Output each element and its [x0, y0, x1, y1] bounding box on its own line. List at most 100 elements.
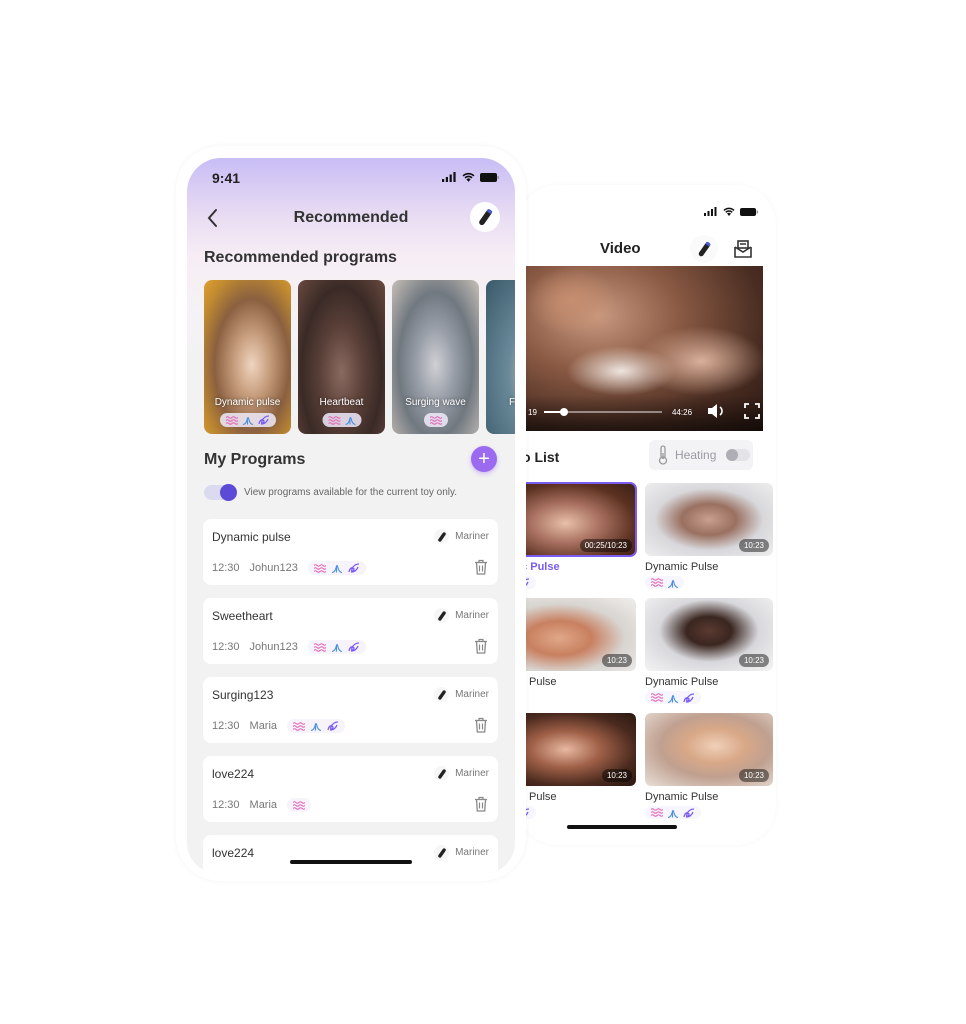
delete-button[interactable]	[474, 638, 488, 654]
video-thumbnail[interactable]: 10:23	[518, 713, 636, 786]
thermometer-icon	[657, 445, 669, 465]
video-title: ic Pulse	[518, 561, 560, 573]
fullscreen-icon	[744, 403, 762, 419]
video-duration: 10:23	[601, 654, 632, 667]
add-program-button[interactable]: +	[471, 446, 497, 472]
trash-icon	[474, 717, 488, 733]
progress-slider[interactable]	[544, 408, 662, 416]
wave-pattern-icon	[651, 808, 663, 817]
program-meta: 12:30 Johun123	[212, 561, 366, 575]
wave-pattern-icon	[293, 721, 306, 731]
inbox-button[interactable]	[732, 238, 754, 260]
video-card[interactable]: 10:23 Dynamic Pulse	[645, 713, 773, 822]
delete-button[interactable]	[474, 717, 488, 733]
video-thumbnail[interactable]: 10:23	[645, 483, 773, 556]
video-thumbnail[interactable]: 00:25/10:23	[518, 482, 637, 557]
heating-control[interactable]: Heating	[649, 440, 753, 470]
video-card[interactable]: 10:23 ic Pulse	[518, 598, 636, 688]
recommended-card[interactable]: Heartbeat	[298, 280, 385, 434]
program-name: Dynamic pulse	[212, 530, 291, 544]
toy-icon	[475, 207, 495, 227]
video-thumbnail[interactable]: 10:23	[645, 713, 773, 786]
volume-button[interactable]	[707, 403, 727, 421]
video-phone-screen: Video 19 44:26 o List Heating 00:25/10:2	[518, 185, 776, 845]
filter-row: View programs available for the current …	[204, 484, 457, 501]
wifi-icon	[462, 172, 475, 182]
program-author: Maria	[249, 720, 278, 732]
current-toy-filter-toggle[interactable]	[204, 484, 237, 501]
program-card[interactable]: love224 Mariner	[203, 835, 498, 873]
wifi-icon	[723, 207, 735, 216]
fullscreen-button[interactable]	[744, 403, 762, 421]
swirl-pattern-icon	[327, 721, 339, 731]
delete-button[interactable]	[474, 796, 488, 812]
video-thumbnail[interactable]: 10:23	[518, 598, 636, 671]
program-meta: 12:30 Maria	[212, 719, 346, 733]
peak-pattern-icon	[331, 563, 342, 573]
video-duration: 10:23	[601, 769, 632, 782]
wave-pattern-icon	[225, 415, 238, 425]
signal-icon	[704, 207, 718, 216]
toy-icon	[695, 240, 713, 258]
program-name: love224	[212, 767, 255, 781]
total-time: 44:26	[672, 408, 693, 417]
video-player[interactable]: 19 44:26	[526, 266, 763, 431]
status-bar	[704, 207, 758, 216]
pattern-tags	[645, 691, 701, 704]
peak-pattern-icon	[311, 721, 322, 731]
program-duration: 12:30	[212, 641, 240, 653]
program-toy: Mariner	[434, 845, 489, 860]
pattern-tags	[645, 806, 701, 819]
pattern-tags	[423, 413, 448, 427]
video-card[interactable]: 10:23 Dynamic Pulse	[645, 598, 773, 707]
program-meta: 12:30 Johun123	[212, 640, 366, 654]
program-meta: 12:30 Maria	[212, 798, 312, 812]
peak-pattern-icon	[331, 642, 342, 652]
video-card[interactable]: 10:23 Dynamic Pulse	[645, 483, 773, 592]
program-card[interactable]: Surging123 Mariner 12:30 Maria	[203, 677, 498, 743]
plus-icon: +	[478, 448, 490, 470]
toy-name: Mariner	[455, 531, 489, 542]
video-duration: 10:23	[738, 539, 769, 552]
recommended-carousel[interactable]: Dynamic pulse Heartbeat Surging wave F	[204, 280, 515, 434]
program-card[interactable]: love224 Mariner 12:30 Maria	[203, 756, 498, 822]
signal-icon	[442, 172, 457, 182]
recommended-card-label: Surging wave	[405, 397, 466, 408]
heating-toggle[interactable]	[726, 449, 751, 461]
delete-button[interactable]	[474, 559, 488, 575]
recommended-card[interactable]: F	[486, 280, 515, 434]
wave-pattern-icon	[328, 415, 340, 425]
recommended-card[interactable]: Surging wave	[392, 280, 479, 434]
peak-pattern-icon	[668, 808, 678, 818]
toy-button[interactable]	[470, 202, 500, 232]
program-author: Maria	[249, 799, 278, 811]
recommended-phone-screen: 9:41 Recommended Recommended programs Dy…	[187, 158, 515, 873]
program-name: love224	[212, 846, 255, 860]
toy-button[interactable]	[690, 235, 718, 263]
current-time: 19	[528, 408, 537, 417]
peak-pattern-icon	[345, 415, 355, 425]
peak-pattern-icon	[242, 415, 253, 425]
progress-knob[interactable]	[560, 408, 569, 416]
trash-icon	[474, 638, 488, 654]
wave-pattern-icon	[651, 693, 663, 702]
pattern-tags	[219, 413, 276, 427]
program-card[interactable]: Sweetheart Mariner 12:30 Johun123	[203, 598, 498, 664]
player-controls: 19 44:26	[526, 395, 763, 431]
battery-icon	[740, 207, 758, 216]
home-indicator	[290, 860, 412, 864]
wave-pattern-icon	[651, 578, 663, 587]
program-duration: 12:30	[212, 799, 240, 811]
video-card[interactable]: 10:23 ic Pulse	[518, 713, 636, 823]
peak-pattern-icon	[668, 693, 678, 703]
pattern-tags	[287, 798, 312, 812]
heating-label: Heating	[675, 448, 717, 462]
video-title: ic Pulse	[518, 791, 557, 803]
recommended-card[interactable]: Dynamic pulse	[204, 280, 291, 434]
home-indicator	[567, 825, 677, 829]
video-card[interactable]: 00:25/10:23 ic Pulse	[518, 482, 637, 593]
video-thumbnail[interactable]: 10:23	[645, 598, 773, 671]
toy-name: Mariner	[455, 610, 489, 621]
pattern-tags	[287, 719, 346, 733]
program-card[interactable]: Dynamic pulse Mariner 12:30 Johun123	[203, 519, 498, 585]
